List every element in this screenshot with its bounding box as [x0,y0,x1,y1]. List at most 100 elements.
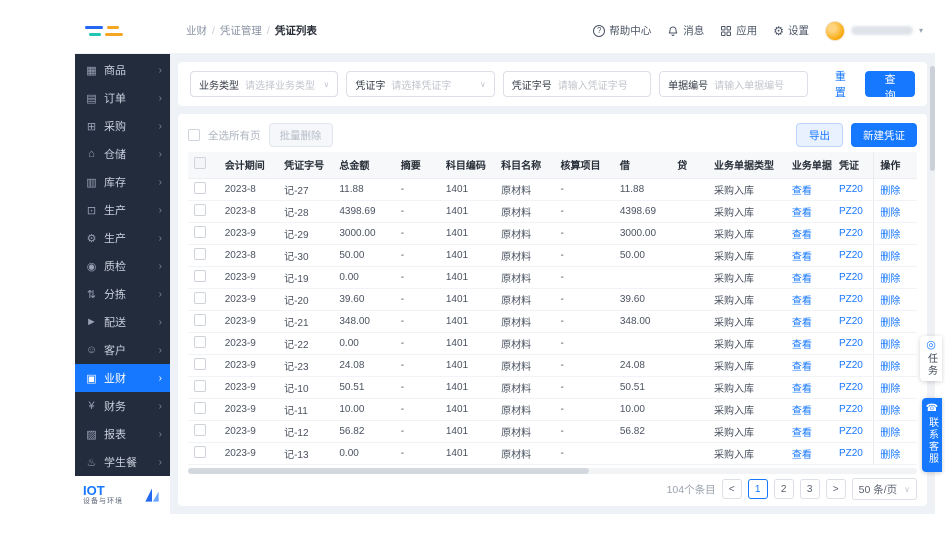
delete-row-link[interactable]: 删除 [873,222,917,245]
delete-row-link[interactable]: 删除 [873,244,917,267]
voucher-ref-link[interactable]: PZ20 [832,244,874,267]
sidebar-item-production[interactable]: ⊡ 生产 › [75,196,170,224]
contact-support-floating-button[interactable]: ☎ 联系客服 [922,398,942,472]
prev-page-button[interactable]: < [721,479,742,499]
voucher-ref-link[interactable]: PZ20 [832,288,874,311]
view-doc-link[interactable]: 查看 [785,376,833,399]
view-doc-link[interactable]: 查看 [785,222,833,245]
task-floating-button[interactable]: ◎ 任务 [920,336,942,381]
apps-button[interactable]: 应用 [720,23,757,38]
settings-button[interactable]: ⚙ 设置 [773,23,809,38]
batch-delete-button[interactable]: 批量删除 [268,123,333,147]
new-voucher-button[interactable]: 新建凭证 [851,123,917,147]
row-checkbox[interactable] [194,291,206,304]
delete-row-link[interactable]: 删除 [873,178,917,201]
voucher-ref-link[interactable]: PZ20 [832,310,874,333]
voucher-ref-link[interactable]: PZ20 [832,354,874,377]
sidebar-item-warehouse[interactable]: ⌂ 仓储 › [75,140,170,168]
view-doc-link[interactable]: 查看 [785,244,833,267]
app-logo[interactable] [75,24,170,38]
cell-accounting-item: - [554,442,614,465]
voucher-no-input[interactable]: 凭证字号 请输入凭证字号 [502,71,652,97]
select-all-checkbox[interactable] [188,129,200,141]
sidebar-item-finance[interactable]: ¥ 财务 › [75,392,170,420]
row-checkbox[interactable] [194,313,206,326]
horizontal-scrollbar-thumb[interactable] [188,468,589,474]
help-center-button[interactable]: ? 帮助中心 [593,23,651,38]
delete-row-link[interactable]: 删除 [873,332,917,355]
sidebar-item-delivery[interactable]: ► 配送 › [75,308,170,336]
view-doc-link[interactable]: 查看 [785,266,833,289]
sidebar-item-goods[interactable]: ▦ 商品 › [75,56,170,84]
sidebar-item-orders[interactable]: ▤ 订单 › [75,84,170,112]
voucher-ref-link[interactable]: PZ20 [832,420,874,443]
page-button-2[interactable]: 2 [773,479,794,499]
delete-row-link[interactable]: 删除 [873,200,917,223]
view-doc-link[interactable]: 查看 [785,398,833,421]
cell-accounting-item: - [554,354,614,377]
sidebar-item-production-2[interactable]: ⚙ 生产 › [75,224,170,252]
delete-row-link[interactable]: 删除 [873,354,917,377]
delete-row-link[interactable]: 删除 [873,376,917,399]
voucher-ref-link[interactable]: PZ20 [832,200,874,223]
business-type-select[interactable]: 业务类型 请选择业务类型 ∨ [190,71,339,97]
delete-row-link[interactable]: 删除 [873,288,917,311]
sidebar-item-business-finance[interactable]: ▣ 业财 › [75,364,170,392]
breadcrumb-item[interactable]: 业财 [186,25,207,37]
row-checkbox[interactable] [194,225,206,238]
row-checkbox[interactable] [194,269,206,282]
sidebar-item-inventory[interactable]: ▥ 库存 › [75,168,170,196]
messages-button[interactable]: 消息 [667,23,704,38]
view-doc-link[interactable]: 查看 [785,310,833,333]
delete-row-link[interactable]: 删除 [873,310,917,333]
sidebar-item-purchase[interactable]: ⊞ 采购 › [75,112,170,140]
voucher-ref-link[interactable]: PZ20 [832,332,874,355]
view-doc-link[interactable]: 查看 [785,420,833,443]
page-button-1[interactable]: 1 [747,479,768,499]
breadcrumb-item[interactable]: 凭证管理 [220,25,262,37]
voucher-word-select[interactable]: 凭证字 请选择凭证字 ∨ [346,71,495,97]
row-checkbox[interactable] [194,247,206,260]
sidebar-item-reports[interactable]: ▨ 报表 › [75,420,170,448]
user-name-redacted [850,26,913,35]
sidebar-item-student-meals[interactable]: ♨ 学生餐 › [75,448,170,476]
delete-row-link[interactable]: 删除 [873,420,917,443]
row-checkbox[interactable] [194,335,206,348]
voucher-ref-link[interactable]: PZ20 [832,376,874,399]
voucher-ref-link[interactable]: PZ20 [832,266,874,289]
row-checkbox[interactable] [194,401,206,414]
delete-row-link[interactable]: 删除 [873,442,917,465]
voucher-ref-link[interactable]: PZ20 [832,442,874,465]
sidebar-item-sorting[interactable]: ⇅ 分拣 › [75,280,170,308]
row-checkbox[interactable] [194,445,206,458]
delete-row-link[interactable]: 删除 [873,266,917,289]
voucher-ref-link[interactable]: PZ20 [832,222,874,245]
row-checkbox[interactable] [194,423,206,436]
voucher-ref-link[interactable]: PZ20 [832,398,874,421]
page-size-select[interactable]: 50 条/页 ∨ [851,478,917,500]
row-checkbox[interactable] [194,181,206,194]
reset-button[interactable]: 重置 [824,64,858,104]
page-button-3[interactable]: 3 [799,479,820,499]
row-checkbox[interactable] [194,203,206,216]
row-checkbox[interactable] [194,379,206,392]
header-checkbox[interactable] [194,157,206,170]
vertical-scrollbar-thumb[interactable] [930,66,935,171]
voucher-ref-link[interactable]: PZ20 [832,178,874,201]
view-doc-link[interactable]: 查看 [785,442,833,465]
sidebar-item-customers[interactable]: ☺ 客户 › [75,336,170,364]
view-doc-link[interactable]: 查看 [785,200,833,223]
user-menu[interactable]: ▾ [824,20,923,41]
delete-row-link[interactable]: 删除 [873,398,917,421]
next-page-button[interactable]: > [825,479,846,499]
view-doc-link[interactable]: 查看 [785,354,833,377]
view-doc-link[interactable]: 查看 [785,332,833,355]
view-doc-link[interactable]: 查看 [785,288,833,311]
sidebar-item-quality[interactable]: ◉ 质检 › [75,252,170,280]
doc-no-input[interactable]: 单据编号 请输入单据编号 [659,71,808,97]
cell-subject-name: 原材料 [495,244,555,267]
export-button[interactable]: 导出 [796,123,843,147]
row-checkbox[interactable] [194,357,206,370]
view-doc-link[interactable]: 查看 [785,178,833,201]
search-button[interactable]: 查询 [865,71,916,102]
